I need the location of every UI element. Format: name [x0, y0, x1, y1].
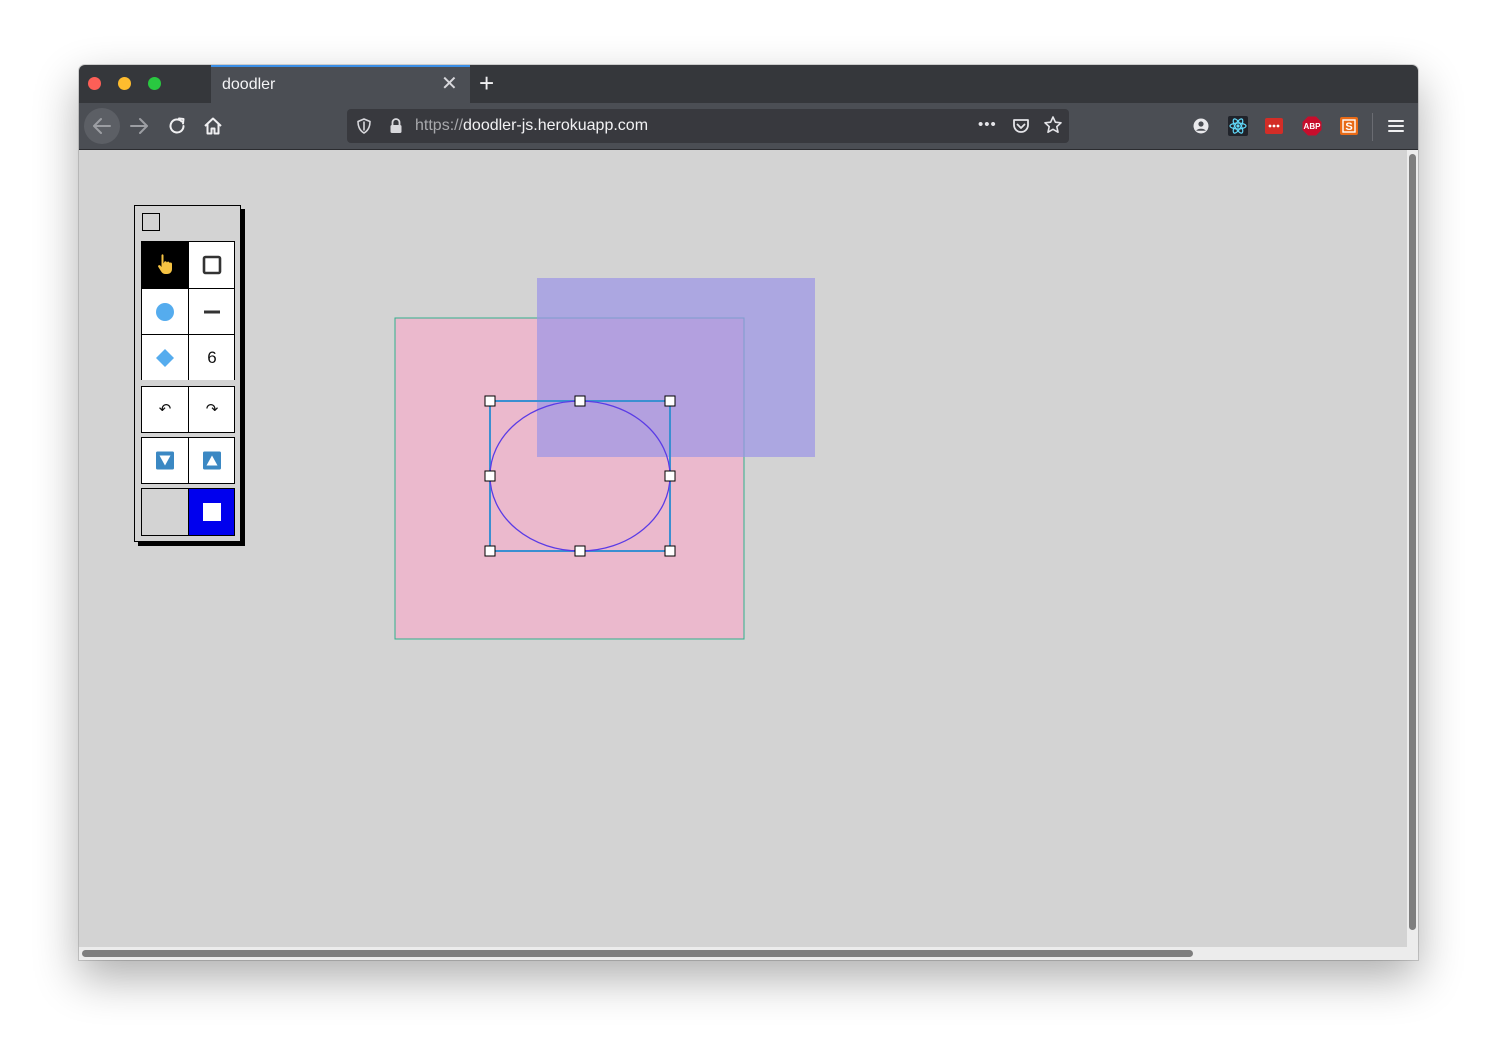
white-square-icon	[203, 503, 221, 521]
close-window-button[interactable]	[88, 77, 101, 90]
pocket-icon[interactable]	[1011, 116, 1031, 136]
app-menu-button[interactable]	[1384, 114, 1408, 138]
minimize-window-button[interactable]	[118, 77, 131, 90]
new-tab-button[interactable]: +	[479, 69, 494, 97]
adblock-plus-extension[interactable]: ABP	[1300, 114, 1324, 138]
layer-order-grid	[141, 437, 235, 484]
zoom-window-button[interactable]	[148, 77, 161, 90]
tab-doodler[interactable]: doodler ✕	[211, 65, 470, 103]
adblock-plus-icon: ABP	[1302, 116, 1322, 136]
send-backward-button[interactable]	[142, 438, 188, 483]
redo-icon: ↷	[205, 401, 219, 418]
square-icon	[202, 255, 222, 275]
arrow-left-icon	[93, 118, 111, 134]
stroke-width-value: 6	[207, 348, 217, 367]
page-actions-menu[interactable]: •••	[978, 116, 997, 133]
canvas-layer[interactable]	[79, 150, 1407, 947]
account-extension[interactable]	[1189, 114, 1213, 138]
redo-button[interactable]: ↷	[188, 387, 234, 432]
tool-palette: 6 ↶ ↷	[134, 205, 241, 542]
home-button[interactable]	[195, 108, 231, 144]
line-tool-button[interactable]	[188, 288, 234, 334]
line-icon	[204, 310, 220, 314]
stroke-width-button[interactable]: 6	[188, 334, 234, 380]
lock-icon[interactable]	[388, 117, 404, 135]
tab-bar: doodler ✕ +	[79, 65, 1418, 103]
navigation-toolbar: https://doodler-js.herokuapp.com ••• ABP…	[79, 103, 1418, 150]
stylus-icon: S	[1340, 117, 1358, 135]
resize-handle-top-right[interactable]	[664, 395, 676, 407]
undo-icon: ↶	[158, 401, 172, 418]
undo-button[interactable]: ↶	[142, 387, 188, 432]
select-tool-button[interactable]	[142, 242, 188, 288]
pointing-hand-icon	[158, 254, 172, 274]
url-host: doodler-js.herokuapp.com	[463, 117, 649, 134]
resize-handle-bottom[interactable]	[574, 545, 586, 557]
fill-color-tool-button[interactable]	[142, 334, 188, 380]
stylus-extension[interactable]: S	[1337, 114, 1361, 138]
browser-window: doodler ✕ + https://doodler-js.herokuapp…	[79, 65, 1418, 960]
tab-close-icon[interactable]: ✕	[441, 73, 458, 95]
back-button[interactable]	[84, 108, 120, 144]
hamburger-menu-icon	[1388, 120, 1404, 132]
toolbar-separator	[1372, 113, 1373, 141]
react-devtools-extension[interactable]	[1226, 114, 1250, 138]
circle-icon	[156, 303, 174, 321]
bookmark-star-icon[interactable]	[1043, 115, 1063, 135]
bring-forward-button[interactable]	[188, 438, 234, 483]
vertical-scrollbar-thumb[interactable]	[1409, 154, 1416, 930]
arrow-right-icon	[130, 118, 148, 134]
reload-icon	[169, 117, 185, 134]
svg-text:ABP: ABP	[1304, 122, 1322, 131]
ellipse-tool-button[interactable]	[142, 288, 188, 334]
account-icon	[1193, 118, 1209, 134]
lastpass-extension[interactable]	[1262, 114, 1286, 138]
forward-button[interactable]	[121, 108, 157, 144]
resize-handle-bottom-left[interactable]	[484, 545, 496, 557]
shield-icon[interactable]	[355, 117, 373, 135]
palette-drag-handle[interactable]	[142, 213, 160, 231]
reload-button[interactable]	[159, 108, 195, 144]
arrow-up-box-icon	[203, 451, 221, 470]
diamond-icon	[156, 349, 174, 367]
resize-handle-left[interactable]	[484, 470, 496, 482]
tab-title: doodler	[222, 76, 276, 93]
resize-handle-top-left[interactable]	[484, 395, 496, 407]
tool-grid: 6	[141, 241, 235, 380]
drawing-canvas[interactable]: 6 ↶ ↷	[79, 150, 1407, 947]
svg-text:S: S	[1345, 121, 1352, 133]
url-text[interactable]: https://doodler-js.herokuapp.com	[415, 117, 648, 135]
purple-rectangle-shape[interactable]	[537, 278, 815, 457]
rectangle-tool-button[interactable]	[188, 242, 234, 288]
url-scheme: https://	[415, 117, 464, 134]
resize-handle-top[interactable]	[574, 395, 586, 407]
arrow-down-box-icon	[156, 451, 174, 470]
resize-handle-right[interactable]	[664, 470, 676, 482]
history-grid: ↶ ↷	[141, 386, 235, 433]
horizontal-scrollbar-thumb[interactable]	[82, 950, 1193, 957]
address-bar[interactable]: https://doodler-js.herokuapp.com •••	[347, 109, 1069, 143]
home-icon	[204, 117, 222, 135]
stroke-color-swatch[interactable]	[188, 489, 234, 535]
color-swatch-grid	[141, 488, 235, 536]
fill-color-swatch[interactable]	[142, 489, 188, 535]
resize-handle-bottom-right[interactable]	[664, 545, 676, 557]
lastpass-icon	[1265, 118, 1283, 134]
react-icon	[1228, 116, 1248, 136]
